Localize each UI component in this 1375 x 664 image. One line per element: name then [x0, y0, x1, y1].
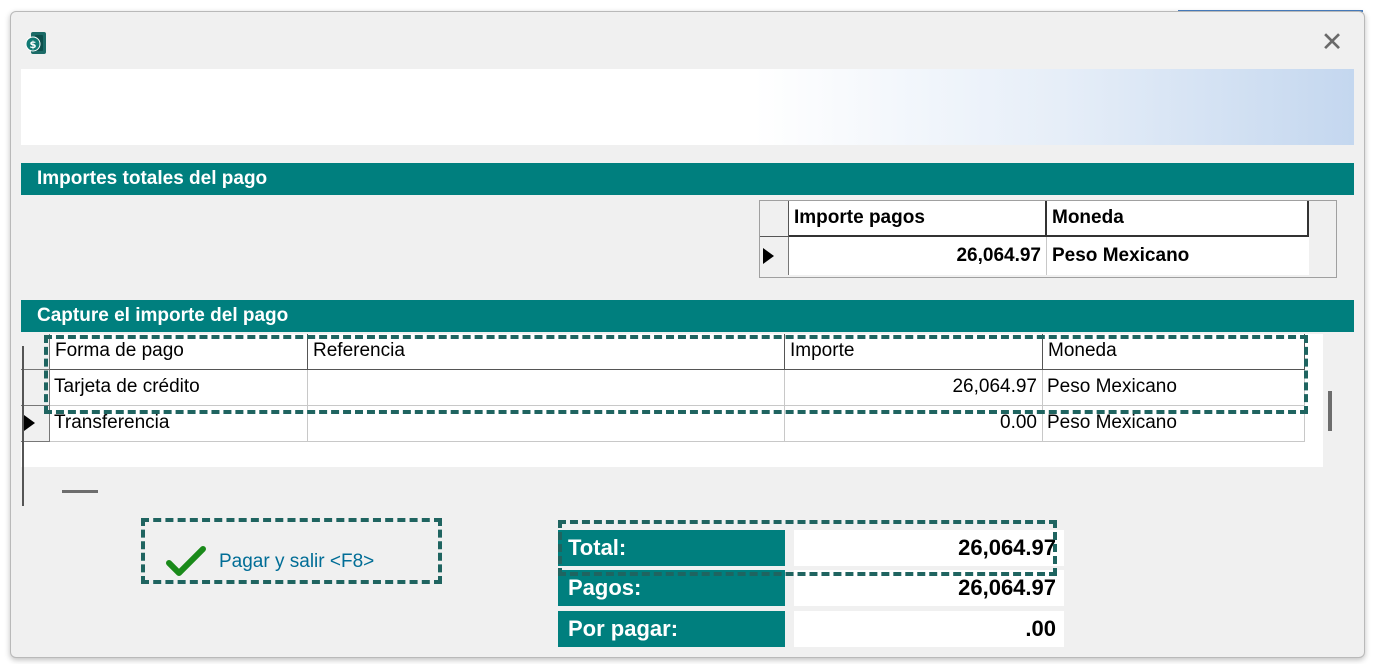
header-moneda[interactable]: Moneda: [1047, 201, 1309, 237]
importes-totales-grid[interactable]: Importe pagos Moneda 26,064.97 Peso Mexi…: [759, 200, 1337, 278]
current-row-arrow-icon: [763, 248, 774, 264]
grid-corner: [21, 334, 50, 370]
row-indicator: [21, 406, 50, 442]
cell-referencia[interactable]: [308, 370, 785, 406]
capture-pago-grid[interactable]: Forma de pago Referencia Importe Moneda …: [21, 334, 1323, 467]
checkmark-icon: [166, 546, 206, 576]
cell-forma-de-pago[interactable]: Tarjeta de crédito: [50, 370, 308, 406]
cell-importe[interactable]: 0.00: [785, 406, 1043, 442]
pagos-value: 26,064.97: [794, 570, 1064, 606]
close-button[interactable]: ✕: [1316, 28, 1348, 60]
row-indicator: [21, 370, 50, 406]
por-pagar-value: .00: [794, 611, 1064, 647]
grid-empty-area: [21, 467, 1323, 503]
header-forma-de-pago[interactable]: Forma de pago: [50, 334, 308, 370]
por-pagar-label: Por pagar:: [558, 611, 785, 647]
pagos-label: Pagos:: [558, 570, 785, 606]
vertical-scrollbar-thumb[interactable]: [1328, 391, 1332, 431]
header-banner: [21, 69, 1354, 145]
cell-moneda[interactable]: Peso Mexicano: [1047, 237, 1309, 275]
header-importe-pagos[interactable]: Importe pagos: [789, 201, 1047, 237]
total-value: 26,064.97: [794, 530, 1064, 566]
total-label: Total:: [558, 530, 785, 566]
pagar-y-salir-button[interactable]: Pagar y salir <F8>: [151, 528, 451, 596]
cell-forma-de-pago[interactable]: Transferencia: [50, 406, 308, 442]
cell-importe-pagos[interactable]: 26,064.97: [789, 237, 1047, 275]
row-indicator: [760, 237, 789, 275]
cell-moneda[interactable]: Peso Mexicano: [1043, 370, 1305, 406]
horizontal-scrollbar-thumb[interactable]: [62, 490, 98, 493]
grid-left-border: [22, 346, 24, 506]
header-importe[interactable]: Importe: [785, 334, 1043, 370]
svg-text:$: $: [30, 40, 37, 51]
header-referencia[interactable]: Referencia: [308, 334, 785, 370]
section-title-capture-importe: Capture el importe del pago: [21, 300, 1354, 332]
grid-corner: [760, 201, 789, 237]
payment-dialog: $ ✕ Importes totales del pago Importe pa…: [10, 11, 1365, 658]
header-moneda[interactable]: Moneda: [1043, 334, 1305, 370]
section-title-importes-totales: Importes totales del pago: [21, 163, 1354, 195]
cell-referencia[interactable]: [308, 406, 785, 442]
app-logo-icon: $: [25, 32, 46, 54]
cell-moneda[interactable]: Peso Mexicano: [1043, 406, 1305, 442]
pagar-y-salir-label: Pagar y salir <F8>: [219, 551, 375, 572]
current-row-arrow-icon: [24, 415, 35, 431]
cell-importe[interactable]: 26,064.97: [785, 370, 1043, 406]
